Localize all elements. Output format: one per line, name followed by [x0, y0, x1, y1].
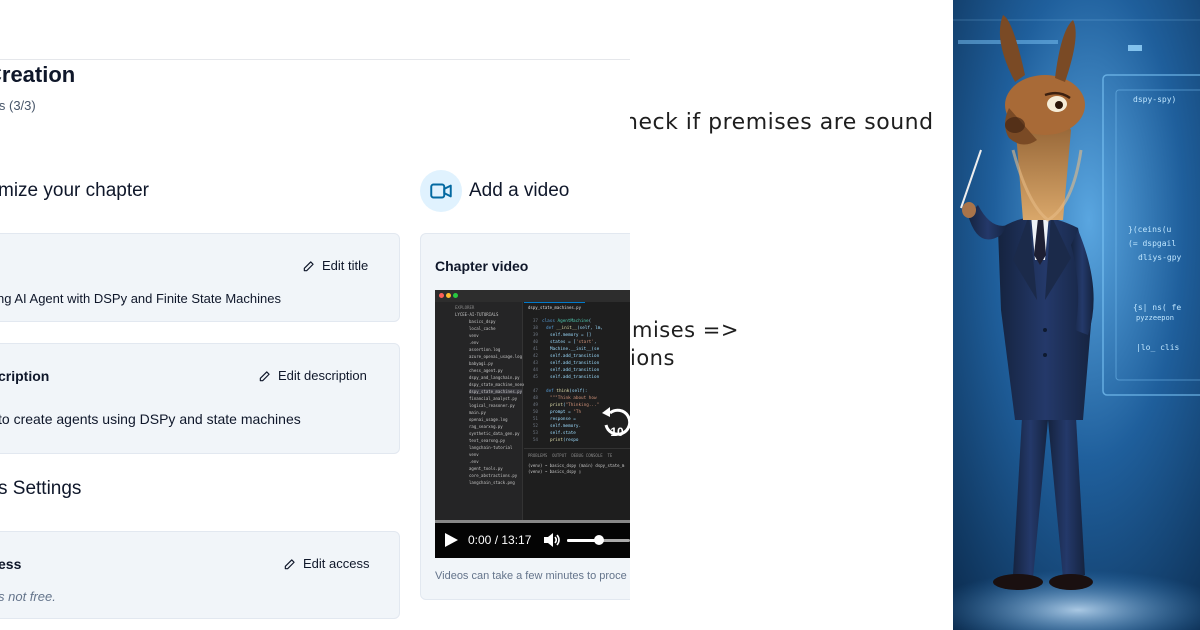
chapter-access-card — [0, 531, 400, 619]
code-editor-activity-bar — [435, 302, 451, 520]
completion-status: ls (3/3) — [0, 98, 36, 113]
llama-in-suit-illustration: dspy-spy) }(ceins(u (= dspgail dliys-gpy… — [953, 0, 1200, 630]
video-processing-note: Videos can take a few minutes to proce — [435, 570, 627, 582]
whiteboard-line-3: ions — [630, 346, 675, 370]
llama-illustration-panel: dspy-spy) }(ceins(u (= dspgail dliys-gpy… — [953, 0, 1200, 630]
replay-10-seconds-icon[interactable]: 10 — [600, 405, 630, 439]
pencil-icon — [259, 370, 270, 381]
screen-code-line-3: (= dspgail — [1128, 239, 1176, 248]
code-editor-file-explorer: EXPLORER LYCEE-AI-TUTORIALS basics_dspy … — [451, 302, 536, 520]
whiteboard-line-2: mises => — [632, 318, 739, 342]
volume-icon[interactable] — [543, 532, 561, 548]
video-section-badge — [420, 170, 462, 212]
screen-code-line-6: pyzzeepon — [1136, 314, 1174, 322]
chapter-access-value: s not free. — [0, 589, 56, 604]
whiteboard-panel: heck if premises are sound mises => ions — [630, 0, 953, 630]
video-progress-track[interactable] — [435, 520, 630, 523]
video-camera-icon — [430, 183, 452, 199]
video-time: 0:00 / 13:17 — [468, 533, 532, 547]
chapter-title-value: ng AI Agent with DSPy and Finite State M… — [0, 291, 281, 306]
edit-description-button[interactable]: Edit description — [258, 368, 367, 383]
add-video-heading: Add a video — [469, 180, 570, 201]
edit-description-label: Edit description — [278, 368, 367, 383]
course-editor-panel: Creation ls (3/3) mize your chapter Edit… — [0, 0, 630, 630]
edit-title-label: Edit title — [322, 258, 369, 273]
chapter-description-card — [0, 343, 400, 454]
edit-access-label: Edit access — [303, 556, 370, 571]
screen-code-line-2: }(ceins(u — [1128, 225, 1172, 234]
access-settings-heading: s Settings — [0, 478, 82, 499]
volume-slider-thumb[interactable] — [594, 535, 604, 545]
screen-code-line-4: dliys-gpy — [1138, 253, 1182, 262]
whiteboard-line-1: heck if premises are sound — [630, 110, 934, 135]
play-icon[interactable] — [443, 532, 459, 548]
code-editor-titlebar — [435, 290, 630, 302]
pencil-icon — [303, 260, 314, 271]
top-navigation-bar — [0, 0, 630, 60]
edit-title-button[interactable]: Edit title — [302, 258, 368, 273]
chapter-video-label: Chapter video — [435, 258, 529, 274]
screen-code-line-5: {s| ns( fe — [1133, 303, 1181, 312]
screen-code-line-7: |lo_ clis — [1136, 343, 1180, 352]
edit-access-button[interactable]: Edit access — [283, 556, 369, 571]
code-editor-tab: dspy_state_machines.py — [524, 302, 585, 312]
replay-seconds-label: 10 — [610, 425, 624, 439]
customize-chapter-heading: mize your chapter — [0, 180, 150, 201]
page-title: Creation — [0, 62, 76, 87]
description-label: cription — [0, 368, 50, 384]
pencil-icon — [284, 558, 295, 569]
code-editor-terminal: PROBLEMS OUTPUT DEBUG CONSOLE TE (venv) … — [524, 448, 630, 520]
chapter-description-value: to create agents using DSPy and state ma… — [0, 411, 301, 427]
screen-code-line-1: dspy-spy) — [1133, 95, 1176, 104]
access-label: ess — [0, 556, 22, 572]
chapter-title-card — [0, 233, 400, 322]
